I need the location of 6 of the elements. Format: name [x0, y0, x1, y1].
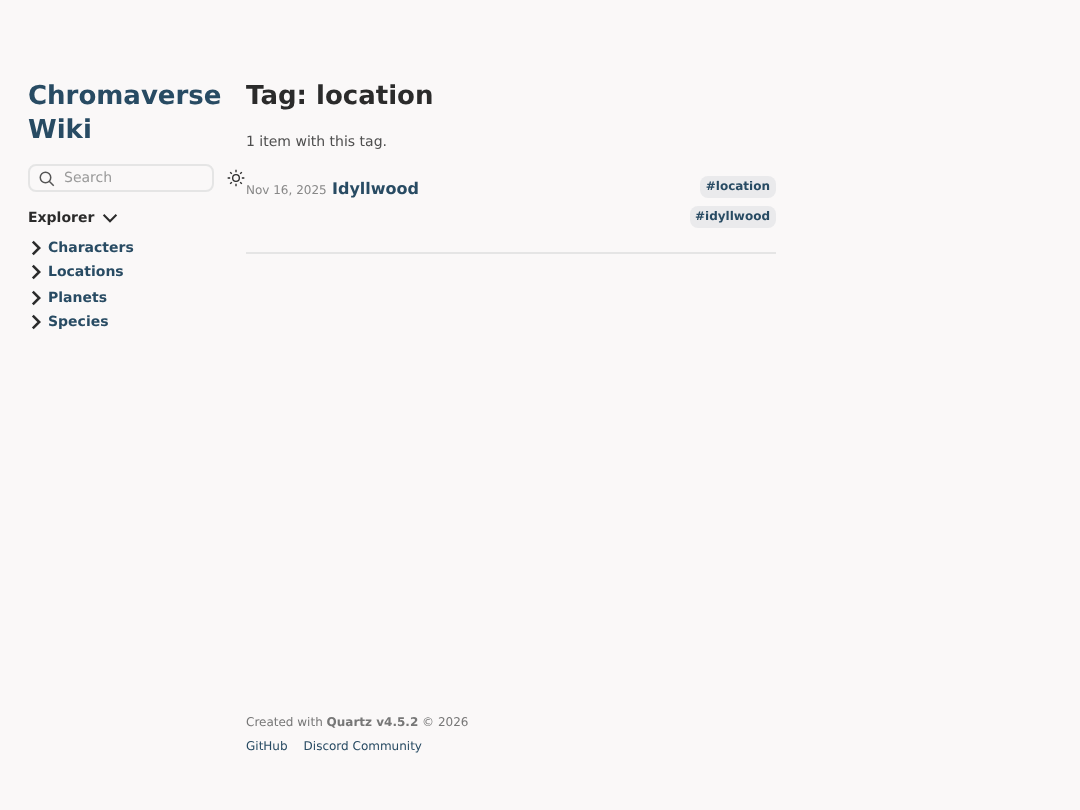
site-title[interactable]: Chromaverse Wiki	[28, 80, 246, 148]
chevron-icon	[102, 212, 119, 225]
sun-icon[interactable]	[226, 168, 246, 188]
page-title: Tag: location	[246, 80, 436, 114]
search-icon	[38, 169, 56, 187]
post-link[interactable]: Idyllwood	[332, 177, 420, 201]
